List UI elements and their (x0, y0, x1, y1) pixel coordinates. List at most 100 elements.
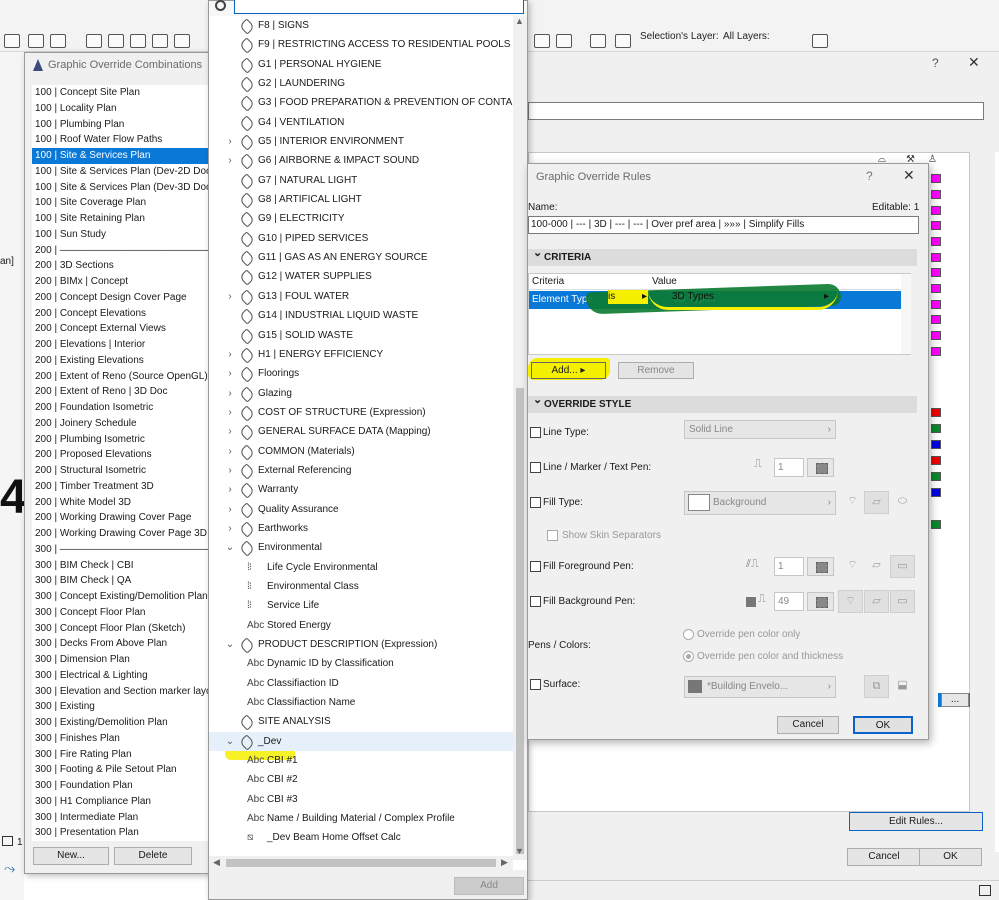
remove-criteria-button[interactable]: Remove (618, 362, 694, 379)
close-icon[interactable]: ✕ (903, 167, 915, 184)
combination-item[interactable]: 100 | Plumbing Plan (32, 117, 208, 133)
horizontal-scrollbar[interactable]: ◀ ▶ (209, 856, 513, 870)
line-type-dropdown[interactable]: Solid Line (684, 420, 836, 439)
hscroll-thumb[interactable] (226, 859, 496, 867)
tree-row[interactable]: G7 | NATURAL LIGHT (209, 171, 513, 190)
tree-row[interactable]: › G6 | AIRBORNE & IMPACT SOUND (209, 151, 513, 171)
tree-row[interactable]: G4 | VENTILATION (209, 113, 513, 132)
close-icon[interactable]: ✕ (968, 54, 980, 71)
combination-item[interactable]: 200 | Concept External Views (32, 321, 208, 337)
rules-ok-button[interactable]: OK (853, 716, 913, 734)
tree-row[interactable]: › External Referencing (209, 461, 513, 480)
view-3d-icon[interactable] (534, 34, 550, 48)
radio-pen-color-thickness[interactable] (683, 651, 694, 662)
layer-settings-icon[interactable] (615, 34, 631, 48)
combination-item[interactable]: 200 | Concept Design Cover Page (32, 290, 208, 306)
combination-list[interactable]: 100 | Concept Site Plan 100 | Locality Pl… (32, 85, 208, 841)
tree-row[interactable]: G15 | SOLID WASTE (209, 326, 513, 345)
tree-row[interactable]: G2 | LAUNDERING (209, 74, 513, 93)
tree-row[interactable]: Abc CBI #1 (209, 751, 513, 770)
combination-item[interactable]: 100 | Locality Plan (32, 101, 208, 117)
combination-item[interactable]: 200 | Working Drawing Cover Page 3D (32, 526, 208, 542)
chevron-down-icon[interactable]: ⌄ (225, 732, 235, 751)
chevron-right-icon[interactable]: › (225, 442, 235, 461)
chevron-right-icon[interactable]: › (225, 345, 235, 364)
scroll-right-icon[interactable]: ▶ (501, 857, 508, 868)
rule-name-field[interactable]: 100-000 | --- | 3D | --- | --- | Over pr… (528, 216, 919, 234)
combination-item[interactable]: 200 | Elevations | Interior (32, 337, 208, 353)
criteria-section-header[interactable]: CRITERIA (528, 245, 917, 266)
combination-item[interactable]: 300 | BIM Check | CBI (32, 558, 208, 574)
combination-item[interactable]: 300 | Elevation and Section marker layou… (32, 684, 208, 700)
criteria-scrollbar[interactable] (901, 274, 911, 354)
line-type-checkbox[interactable] (530, 427, 541, 438)
tree-row[interactable]: › COMMON (Materials) (209, 442, 513, 461)
combination-item[interactable]: 300 | Presentation Plan (32, 825, 208, 841)
fill-foreground-input[interactable]: 1 (774, 557, 804, 576)
combination-item[interactable]: 300 | Fire Rating Plan (32, 747, 208, 763)
tree-row[interactable]: Abc Classifiaction ID (209, 674, 513, 693)
tree-row[interactable]: ⁞⁝ Service Life (209, 596, 513, 615)
tree-row[interactable]: Abc CBI #2 (209, 770, 513, 789)
tree-row[interactable]: ⧅ _Dev Beam Home Offset Calc (209, 828, 513, 847)
skin-separators-checkbox[interactable] (547, 530, 558, 541)
line-pen-checkbox[interactable] (530, 462, 541, 473)
tree-row[interactable]: › Quality Assurance (209, 500, 513, 519)
stretch-tool-icon[interactable] (152, 34, 168, 48)
combination-item[interactable]: 200 | Timber Treatment 3D (32, 479, 208, 495)
new-combination-button[interactable]: New... (33, 847, 109, 865)
chevron-down-icon[interactable]: ⌄ (225, 635, 235, 654)
combination-item[interactable]: 100 | Site Retaining Plan (32, 211, 208, 227)
combination-item[interactable]: 100 | Site & Services Plan (Dev-2D Doc) (32, 164, 208, 180)
combination-item[interactable]: 200 | Foundation Isometric (32, 400, 208, 416)
tree-row[interactable]: G8 | ARTIFICAL LIGHT (209, 190, 513, 209)
view-cube-icon[interactable] (556, 34, 572, 48)
tree-row[interactable]: › COST OF STRUCTURE (Expression) (209, 403, 513, 422)
delete-combination-button[interactable]: Delete (114, 847, 192, 865)
combination-name-field[interactable] (528, 102, 984, 120)
tree-scrollbar[interactable]: ▲ ▼ (513, 16, 527, 860)
tree-row[interactable]: G10 | PIPED SERVICES (209, 229, 513, 248)
combination-item[interactable]: 200 | Concept Elevations (32, 306, 208, 322)
radio-pen-color-only[interactable] (683, 629, 694, 640)
combination-item[interactable]: 300 | Intermediate Plan (32, 810, 208, 826)
chevron-right-icon[interactable]: › (225, 364, 235, 383)
chevron-right-icon[interactable]: › (225, 500, 235, 519)
fill-3d-icon[interactable]: ⬭ (890, 491, 915, 514)
search-input[interactable] (234, 0, 524, 14)
tree-row[interactable]: › Earthworks (209, 519, 513, 538)
value-dropdown-icon[interactable]: ▸ (824, 291, 829, 302)
combination-item[interactable]: 200 | Plumbing Isometric (32, 432, 208, 448)
combination-item[interactable]: 300 | Footing & Pile Setout Plan (32, 762, 208, 778)
combination-item[interactable]: 300 | Electrical & Lighting (32, 668, 208, 684)
pointer-icon[interactable]: ⤳ (4, 860, 15, 877)
scroll-thumb[interactable] (516, 388, 524, 854)
combination-item[interactable]: 300 | Existing/Demolition Plan (32, 715, 208, 731)
chevron-right-icon[interactable]: › (225, 422, 235, 441)
criteria-cell[interactable]: Element Type (532, 291, 593, 309)
pointer-tool-icon[interactable] (4, 34, 20, 48)
combination-item[interactable]: 200 | Existing Elevations (32, 353, 208, 369)
combination-item[interactable]: 100 | Site & Services Plan (Dev-3D Doc) (32, 180, 208, 196)
fill-background-checkbox[interactable] (530, 596, 541, 607)
combination-item[interactable]: 100 | Roof Water Flow Paths (32, 132, 208, 148)
chevron-right-icon[interactable]: › (225, 384, 235, 403)
combination-item[interactable]: 200 | White Model 3D (32, 495, 208, 511)
scroll-left-icon[interactable]: ◀ (213, 857, 220, 868)
tree-row[interactable]: › Glazing (209, 384, 513, 403)
tree-row[interactable]: G9 | ELECTRICITY (209, 209, 513, 229)
tree-row[interactable]: ⁞⁝ Life Cycle Environmental (209, 558, 513, 577)
layer-tool-icon[interactable] (50, 34, 66, 48)
fill-foreground-picker[interactable] (807, 557, 834, 576)
combination-item[interactable]: 300 | Existing (32, 699, 208, 715)
layer-lock-icon[interactable] (590, 34, 606, 48)
tree-row[interactable]: › Floorings (209, 364, 513, 383)
surface-checkbox[interactable] (530, 679, 541, 690)
fg-distort-icon[interactable]: ▱ (864, 555, 889, 578)
rules-cancel-button[interactable]: Cancel (777, 716, 839, 734)
line-pen-input[interactable]: 1 (774, 458, 804, 477)
fill-background-picker[interactable] (807, 592, 834, 611)
main-ok-button[interactable]: OK (919, 848, 982, 866)
fill-orientation-icon[interactable]: ⌔ (840, 491, 865, 514)
window-icon[interactable] (979, 885, 991, 896)
